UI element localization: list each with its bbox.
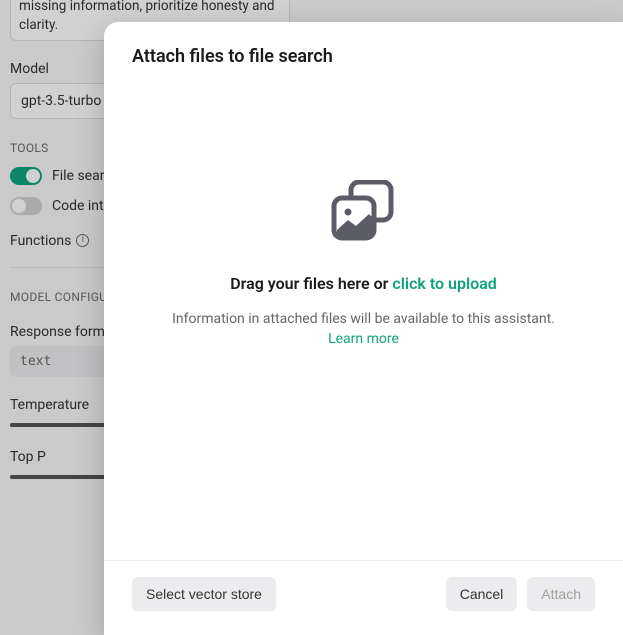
attach-files-modal: Attach files to file search Drag your fi… bbox=[104, 22, 623, 635]
click-to-upload-link[interactable]: click to upload bbox=[392, 274, 496, 293]
select-vector-store-button[interactable]: Select vector store bbox=[132, 577, 276, 611]
drop-prompt-prefix: Drag your files here or bbox=[230, 274, 392, 293]
modal-body: Drag your files here or click to upload … bbox=[104, 67, 623, 560]
drop-prompt: Drag your files here or click to upload bbox=[230, 274, 497, 293]
images-icon bbox=[331, 180, 397, 246]
attach-button[interactable]: Attach bbox=[527, 577, 595, 611]
learn-more-link[interactable]: Learn more bbox=[172, 331, 555, 347]
modal-info: Information in attached files will be av… bbox=[172, 311, 555, 347]
modal-header: Attach files to file search bbox=[104, 22, 623, 67]
modal-info-text: Information in attached files will be av… bbox=[172, 311, 555, 327]
cancel-button[interactable]: Cancel bbox=[446, 577, 518, 611]
modal-title: Attach files to file search bbox=[132, 46, 595, 67]
modal-footer: Select vector store Cancel Attach bbox=[104, 560, 623, 635]
